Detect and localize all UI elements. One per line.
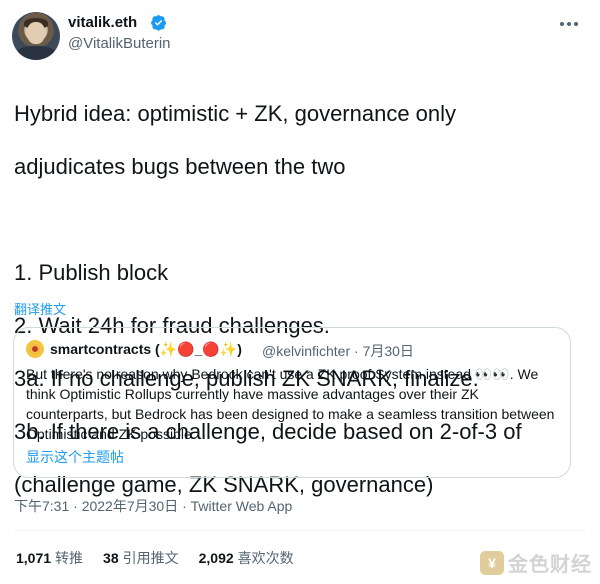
quoted-tweet[interactable]: smartcontracts (✨🔴_🔴✨) @kelvinfichter · … <box>13 327 571 478</box>
watermark: ¥ 金色财经 <box>480 548 592 577</box>
avatar-face <box>27 22 45 44</box>
tweet-stats: 1,071 转推 38 引用推文 2,092 喜欢次数 <box>16 548 294 568</box>
quote-author-avatar-icon[interactable] <box>26 340 44 358</box>
tweet-card: vitalik.eth @VitalikButerin Hybrid idea:… <box>0 0 600 584</box>
stat-count: 2,092 <box>198 550 234 566</box>
tweet-line: 1. Publish block <box>14 259 169 285</box>
dot <box>574 22 578 26</box>
quote-author-meta[interactable]: @kelvinfichter · 7月30日 <box>262 341 414 361</box>
retweet-count[interactable]: 1,071 转推 <box>16 548 83 568</box>
tweet-timestamp[interactable]: 下午7:31 · 2022年7月30日 · Twitter Web App <box>14 496 292 516</box>
quote-text: But there's no reason why Bedrock can't … <box>26 366 555 442</box>
divider <box>14 530 586 531</box>
avatar-dot <box>30 344 40 354</box>
author-avatar[interactable] <box>12 12 60 60</box>
stat-count: 1,071 <box>16 550 52 566</box>
like-count[interactable]: 2,092 喜欢次数 <box>199 548 294 568</box>
show-thread-link[interactable]: 显示这个主题帖 <box>26 447 124 467</box>
stat-label: 引用推文 <box>122 550 179 566</box>
tweet-line: adjudicates bugs between the two <box>14 153 346 179</box>
author-handle[interactable]: @VitalikButerin <box>68 35 171 52</box>
more-options-icon[interactable] <box>554 14 584 34</box>
stat-count: 38 <box>103 550 119 566</box>
watermark-logo-icon: ¥ <box>480 550 504 575</box>
quote-author-name[interactable]: smartcontracts (✨🔴_🔴✨) <box>50 341 242 358</box>
avatar-shirt <box>16 46 56 60</box>
dot <box>560 22 564 26</box>
watermark-text: 金色财经 <box>508 554 592 576</box>
tweet-line: Hybrid idea: optimistic + ZK, governance… <box>14 100 457 126</box>
author-name[interactable]: vitalik.eth <box>68 14 137 31</box>
dot <box>567 22 571 26</box>
verified-badge-icon <box>151 15 167 31</box>
quote-tweet-count[interactable]: 38 引用推文 <box>103 548 179 568</box>
translate-tweet-link[interactable]: 翻译推文 <box>14 299 66 318</box>
stat-label: 转推 <box>55 550 84 566</box>
stat-label: 喜欢次数 <box>237 550 294 566</box>
